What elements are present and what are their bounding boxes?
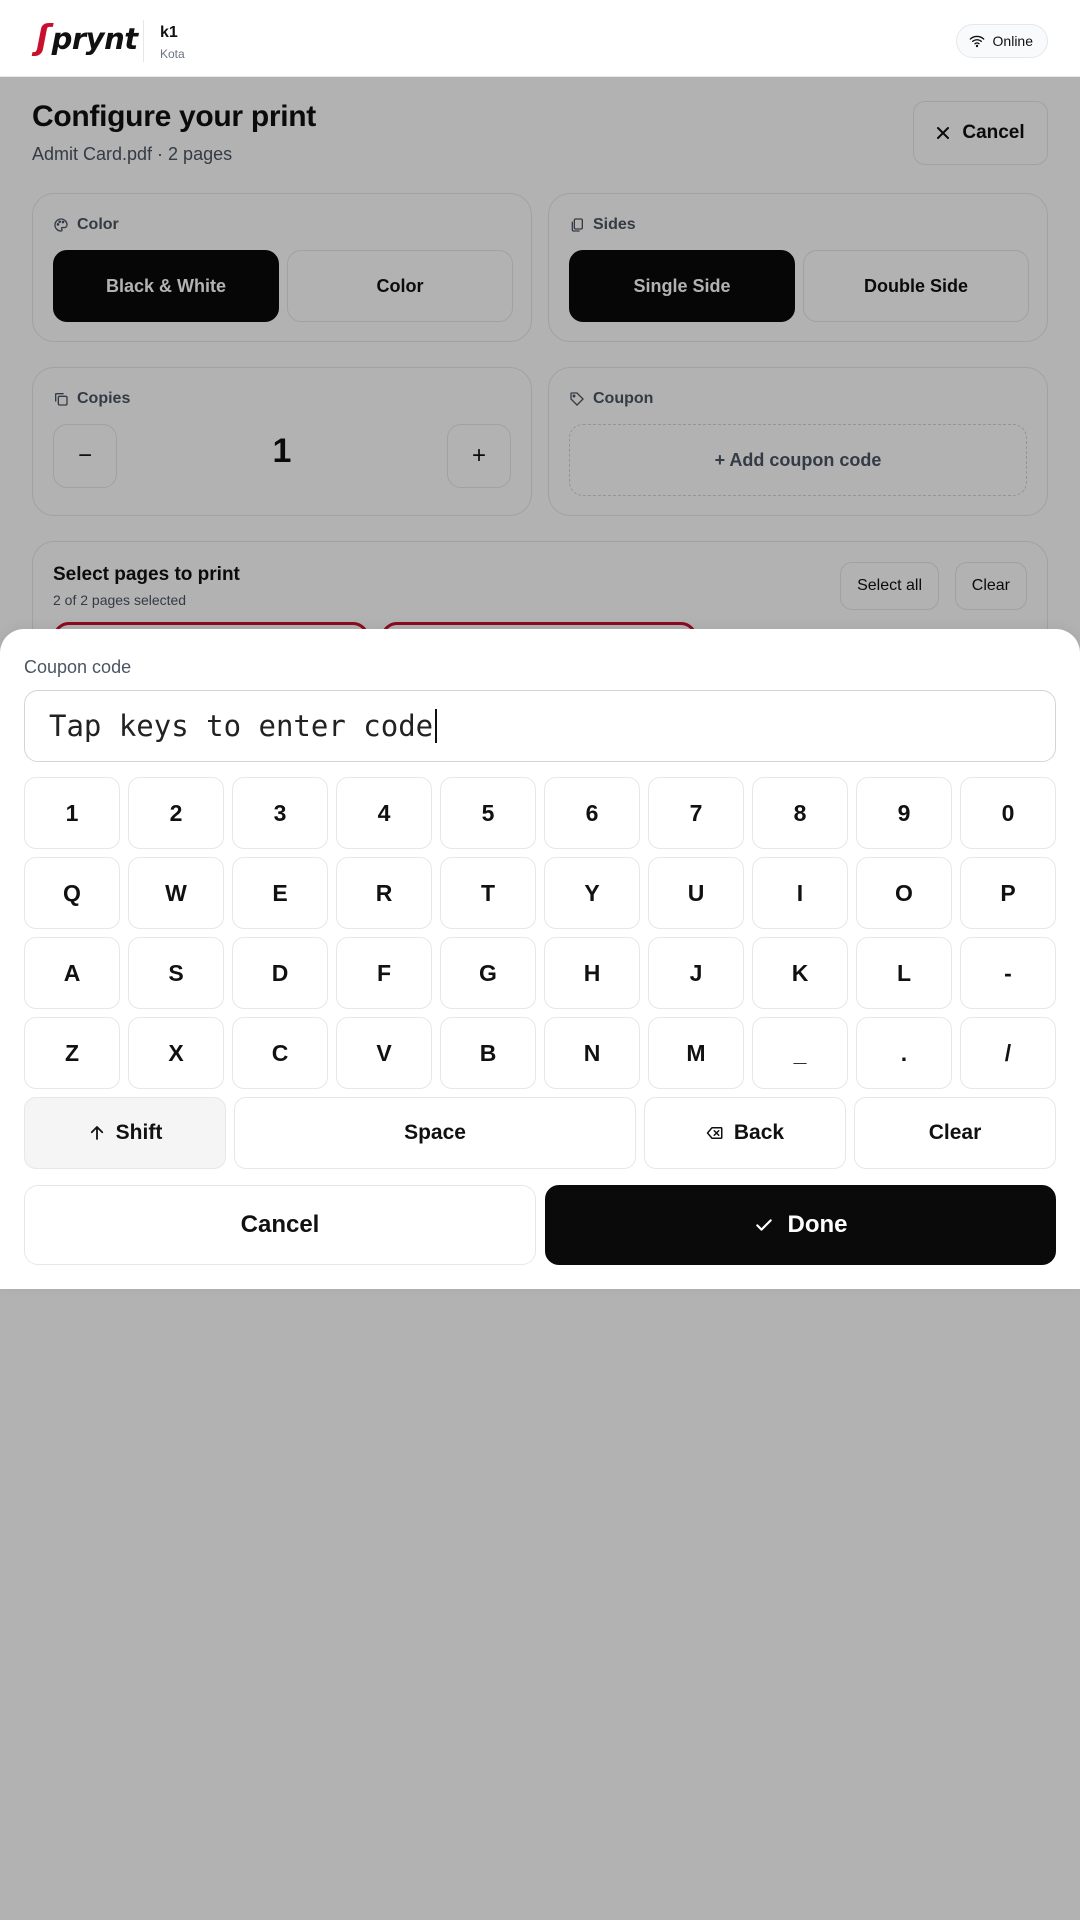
key-39[interactable]: . — [856, 1017, 952, 1089]
key-35[interactable]: B — [440, 1017, 536, 1089]
text-caret — [435, 709, 438, 743]
key-36[interactable]: N — [544, 1017, 640, 1089]
key-7[interactable]: 7 — [648, 777, 744, 849]
coupon-keyboard-sheet: Coupon code Tap keys to enter code 12345… — [0, 629, 1080, 1289]
key-1[interactable]: 1 — [24, 777, 120, 849]
key-15[interactable]: T — [440, 857, 536, 929]
key-38[interactable]: _ — [752, 1017, 848, 1089]
key-33[interactable]: C — [232, 1017, 328, 1089]
kiosk-city: Kota — [160, 47, 185, 61]
coupon-code-placeholder: Tap keys to enter code — [49, 709, 434, 743]
key-13[interactable]: E — [232, 857, 328, 929]
coupon-code-label: Coupon code — [24, 657, 132, 677]
key-27[interactable]: J — [648, 937, 744, 1009]
app-header: ʃprynt k1 Kota Online — [0, 0, 1080, 77]
key-9[interactable]: 9 — [856, 777, 952, 849]
key-34[interactable]: V — [336, 1017, 432, 1089]
key-21[interactable]: A — [24, 937, 120, 1009]
key-22[interactable]: S — [128, 937, 224, 1009]
key-14[interactable]: R — [336, 857, 432, 929]
keyboard-done-button[interactable]: Done — [545, 1185, 1056, 1265]
backspace-icon — [706, 1127, 723, 1139]
coupon-code-input[interactable]: Tap keys to enter code — [24, 690, 1056, 762]
status-text: Online — [992, 33, 1033, 49]
key-6[interactable]: 6 — [544, 777, 640, 849]
key-5[interactable]: 5 — [440, 777, 536, 849]
prynt-logo: ʃprynt — [36, 18, 138, 58]
key-29[interactable]: L — [856, 937, 952, 1009]
key-30[interactable]: - — [960, 937, 1056, 1009]
key-24[interactable]: F — [336, 937, 432, 1009]
key-16[interactable]: Y — [544, 857, 640, 929]
key-2[interactable]: 2 — [128, 777, 224, 849]
arrow-up-icon — [90, 1126, 103, 1140]
key-31[interactable]: Z — [24, 1017, 120, 1089]
key-8[interactable]: 8 — [752, 777, 848, 849]
key-19[interactable]: O — [856, 857, 952, 929]
key-17[interactable]: U — [648, 857, 744, 929]
key-18[interactable]: I — [752, 857, 848, 929]
header-divider — [143, 20, 144, 62]
space-key[interactable]: Space — [234, 1097, 636, 1169]
backspace-key[interactable]: Back — [644, 1097, 846, 1169]
key-37[interactable]: M — [648, 1017, 744, 1089]
checkmark-icon — [755, 1219, 772, 1231]
key-25[interactable]: G — [440, 937, 536, 1009]
key-3[interactable]: 3 — [232, 777, 328, 849]
online-status-badge: Online — [955, 24, 1048, 58]
key-4[interactable]: 4 — [336, 777, 432, 849]
wifi-icon — [969, 35, 984, 48]
keyboard-cancel-button[interactable]: Cancel — [24, 1185, 536, 1265]
key-26[interactable]: H — [544, 937, 640, 1009]
clear-code-key[interactable]: Clear — [854, 1097, 1056, 1169]
key-20[interactable]: P — [960, 857, 1056, 929]
key-23[interactable]: D — [232, 937, 328, 1009]
key-10[interactable]: 0 — [960, 777, 1056, 849]
key-32[interactable]: X — [128, 1017, 224, 1089]
key-11[interactable]: Q — [24, 857, 120, 929]
key-28[interactable]: K — [752, 937, 848, 1009]
shift-key[interactable]: Shift — [24, 1097, 226, 1169]
kiosk-name: k1 — [160, 24, 178, 41]
key-40[interactable]: / — [960, 1017, 1056, 1089]
key-12[interactable]: W — [128, 857, 224, 929]
